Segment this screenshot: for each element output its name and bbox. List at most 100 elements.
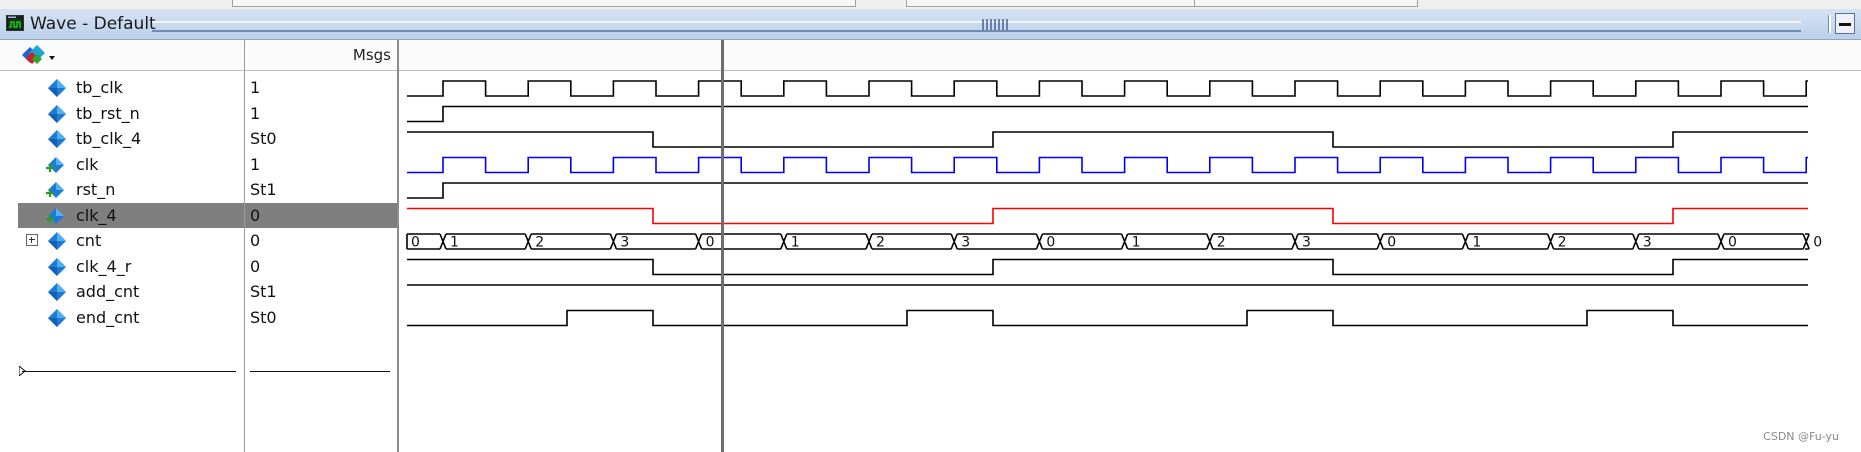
value-row-tb_clk[interactable]: 1 <box>245 75 397 100</box>
signal-name: clk <box>76 154 99 174</box>
signal-name: rst_n <box>76 180 116 199</box>
signal-names-pane[interactable]: tb_clk tb_rst_n tb_clk_4clk rst_n clk_4cnt cl… <box>0 40 245 452</box>
names-header <box>0 40 244 71</box>
value-row-add_cnt[interactable]: St1 <box>245 279 397 304</box>
time-cursor[interactable] <box>721 40 724 452</box>
signal-value: St1 <box>250 282 277 301</box>
signal-value: 1 <box>250 78 261 97</box>
drag-handle-icon[interactable] <box>982 19 1010 30</box>
waveform-canvas[interactable]: 0 1 2 3 0 1 2 3 0 1 2 3 0 1 2 3 0 0 <box>399 40 1861 452</box>
cnt-bus-value: 1 <box>450 235 459 251</box>
cnt-bus-value: 0 <box>1813 235 1822 251</box>
value-row-clk_4[interactable]: 0 <box>245 202 397 228</box>
port-signal-icon <box>46 180 68 200</box>
signal-name: tb_clk <box>76 78 123 97</box>
signal-row-clk_4_r[interactable]: clk_4_r <box>0 254 244 279</box>
titlebar-grip[interactable] <box>152 21 1801 32</box>
cnt-bus-value: 1 <box>791 235 800 251</box>
signal-value: 1 <box>250 103 261 123</box>
toolbar-field <box>232 0 856 7</box>
signal-row-tb_clk[interactable]: tb_clk <box>0 75 244 100</box>
wave-window-icon <box>6 15 24 31</box>
signal-row-tb_rst_n[interactable]: tb_rst_n <box>0 101 244 126</box>
input-signal-icon <box>46 78 68 98</box>
input-signal-icon <box>46 282 68 302</box>
wave-rst_n <box>407 182 1808 199</box>
value-row-cnt[interactable]: 0 <box>245 228 397 253</box>
signal-row-tb_clk_4[interactable]: tb_clk_4 <box>0 126 244 151</box>
signal-row-clk[interactable]: clk <box>0 152 244 177</box>
wave-tb_clk <box>407 80 1808 97</box>
cnt-bus-value: 3 <box>961 235 970 251</box>
signal-name: add_cnt <box>76 282 140 301</box>
signal-name: tb_clk_4 <box>76 129 142 148</box>
value-row-rst_n[interactable]: St1 <box>245 177 397 202</box>
expand-toggle-icon[interactable] <box>26 234 38 246</box>
signal-name: clk_4 <box>76 205 117 225</box>
signal-value: St0 <box>250 307 277 327</box>
signal-value: St0 <box>250 129 277 148</box>
value-row-tb_clk_4[interactable]: St0 <box>245 126 397 151</box>
bus-signal-icon <box>46 231 68 251</box>
toolbar-field <box>1194 0 1418 7</box>
value-row-clk[interactable]: 1 <box>245 152 397 177</box>
port-signal-icon <box>46 155 68 175</box>
signal-value: 0 <box>250 205 261 225</box>
wave-clk_4_r <box>407 258 1808 276</box>
waveform-pane[interactable]: 0 1 2 3 0 1 2 3 0 1 2 3 0 1 2 3 0 0 CSDN @Fu-yu <box>399 40 1861 452</box>
cnt-bus-value: 2 <box>1558 235 1567 251</box>
list-end-marker <box>22 371 236 372</box>
cnt-bus-value: 3 <box>620 235 629 251</box>
values-header: Msgs <box>245 40 397 71</box>
wave-tb_rst_n <box>407 105 1808 123</box>
cnt-bus-value: 0 <box>411 235 420 251</box>
cnt-bus-value: 1 <box>1472 235 1481 251</box>
input-signal-icon <box>46 129 68 149</box>
wave-tb_clk_4 <box>407 131 1808 148</box>
toolbar-field <box>906 0 1196 7</box>
signal-row-clk_4[interactable]: clk_4 <box>18 202 244 228</box>
signal-row-end_cnt[interactable]: end_cnt <box>0 305 244 330</box>
cnt-bus-value: 3 <box>1302 235 1311 251</box>
port-signal-icon <box>46 206 68 226</box>
wave-clk_4 <box>407 207 1808 225</box>
cnt-bus-value: 1 <box>1132 235 1141 251</box>
titlebar-separator <box>1828 15 1831 33</box>
minimize-button[interactable] <box>1835 13 1855 34</box>
input-signal-icon <box>46 104 68 124</box>
signal-type-filter-icon[interactable] <box>20 45 60 67</box>
cnt-bus-value: 0 <box>1728 235 1737 251</box>
insertion-marker-icon <box>19 366 26 376</box>
signal-values-pane[interactable]: Msgs 1 1 St0 1 St1 0 0 0 St1 St0 <box>245 40 399 452</box>
value-row-clk_4_r[interactable]: 0 <box>245 254 397 279</box>
signal-row-rst_n[interactable]: rst_n <box>0 177 244 202</box>
signal-row-add_cnt[interactable]: add_cnt <box>0 279 244 304</box>
cnt-bus-value: 0 <box>1046 235 1055 251</box>
cnt-bus-value: 2 <box>1217 235 1226 251</box>
value-row-tb_rst_n[interactable]: 1 <box>245 101 397 126</box>
cnt-bus-value: 0 <box>1387 235 1396 251</box>
signal-value: 1 <box>250 154 261 174</box>
wave-clk <box>407 156 1808 174</box>
msgs-column-label: Msgs <box>352 46 391 64</box>
watermark: CSDN @Fu-yu <box>1763 430 1839 443</box>
cnt-bus-value: 3 <box>1643 235 1652 251</box>
signal-name: cnt <box>76 231 102 250</box>
input-signal-icon <box>46 257 68 277</box>
input-signal-icon <box>46 308 68 328</box>
wave-end_cnt <box>407 309 1808 327</box>
signal-value: 0 <box>250 231 261 250</box>
signal-name: clk_4_r <box>76 256 132 276</box>
signal-name: end_cnt <box>76 307 140 327</box>
signal-row-cnt[interactable]: cnt <box>0 228 244 253</box>
cnt-bus-value: 2 <box>876 235 885 251</box>
value-row-end_cnt[interactable]: St0 <box>245 305 397 330</box>
wave-window-titlebar[interactable]: Wave - Default <box>0 9 1861 40</box>
signal-value: St1 <box>250 180 277 199</box>
cnt-bus-value: 0 <box>706 235 715 251</box>
signal-value: 0 <box>250 256 261 276</box>
values-end-marker <box>250 371 390 372</box>
signal-name: tb_rst_n <box>76 103 140 123</box>
wave-cnt-bus <box>406 233 1810 250</box>
cnt-bus-value: 2 <box>535 235 544 251</box>
